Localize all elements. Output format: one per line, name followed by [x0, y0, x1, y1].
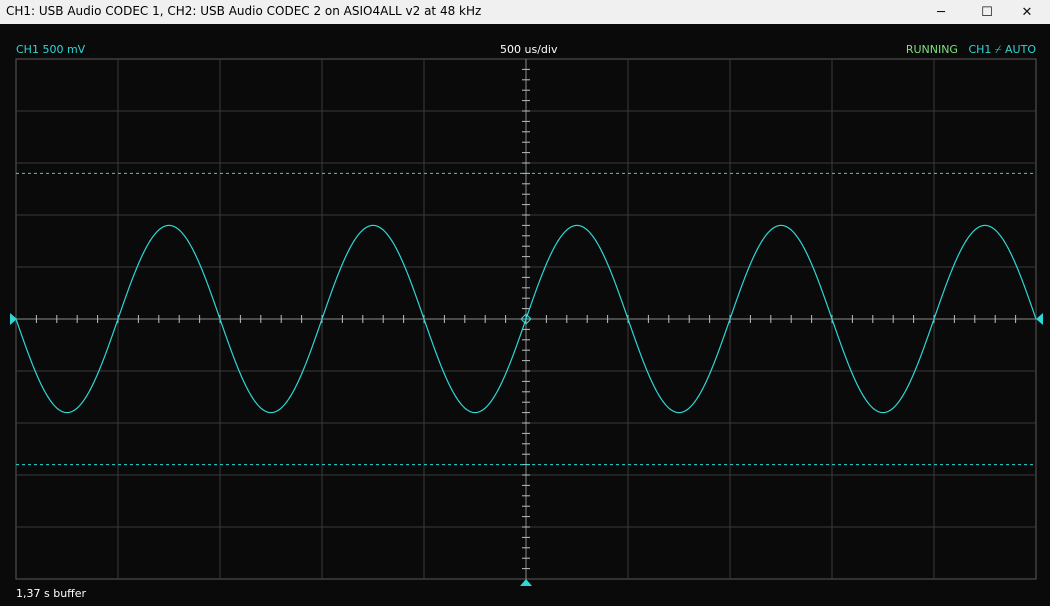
- buffer-label: 1,37 s buffer: [16, 587, 87, 600]
- trigger-level-marker-icon[interactable]: [1036, 313, 1043, 325]
- trigger-position-marker-icon[interactable]: [520, 579, 532, 586]
- scope-plot[interactable]: [0, 0, 1050, 606]
